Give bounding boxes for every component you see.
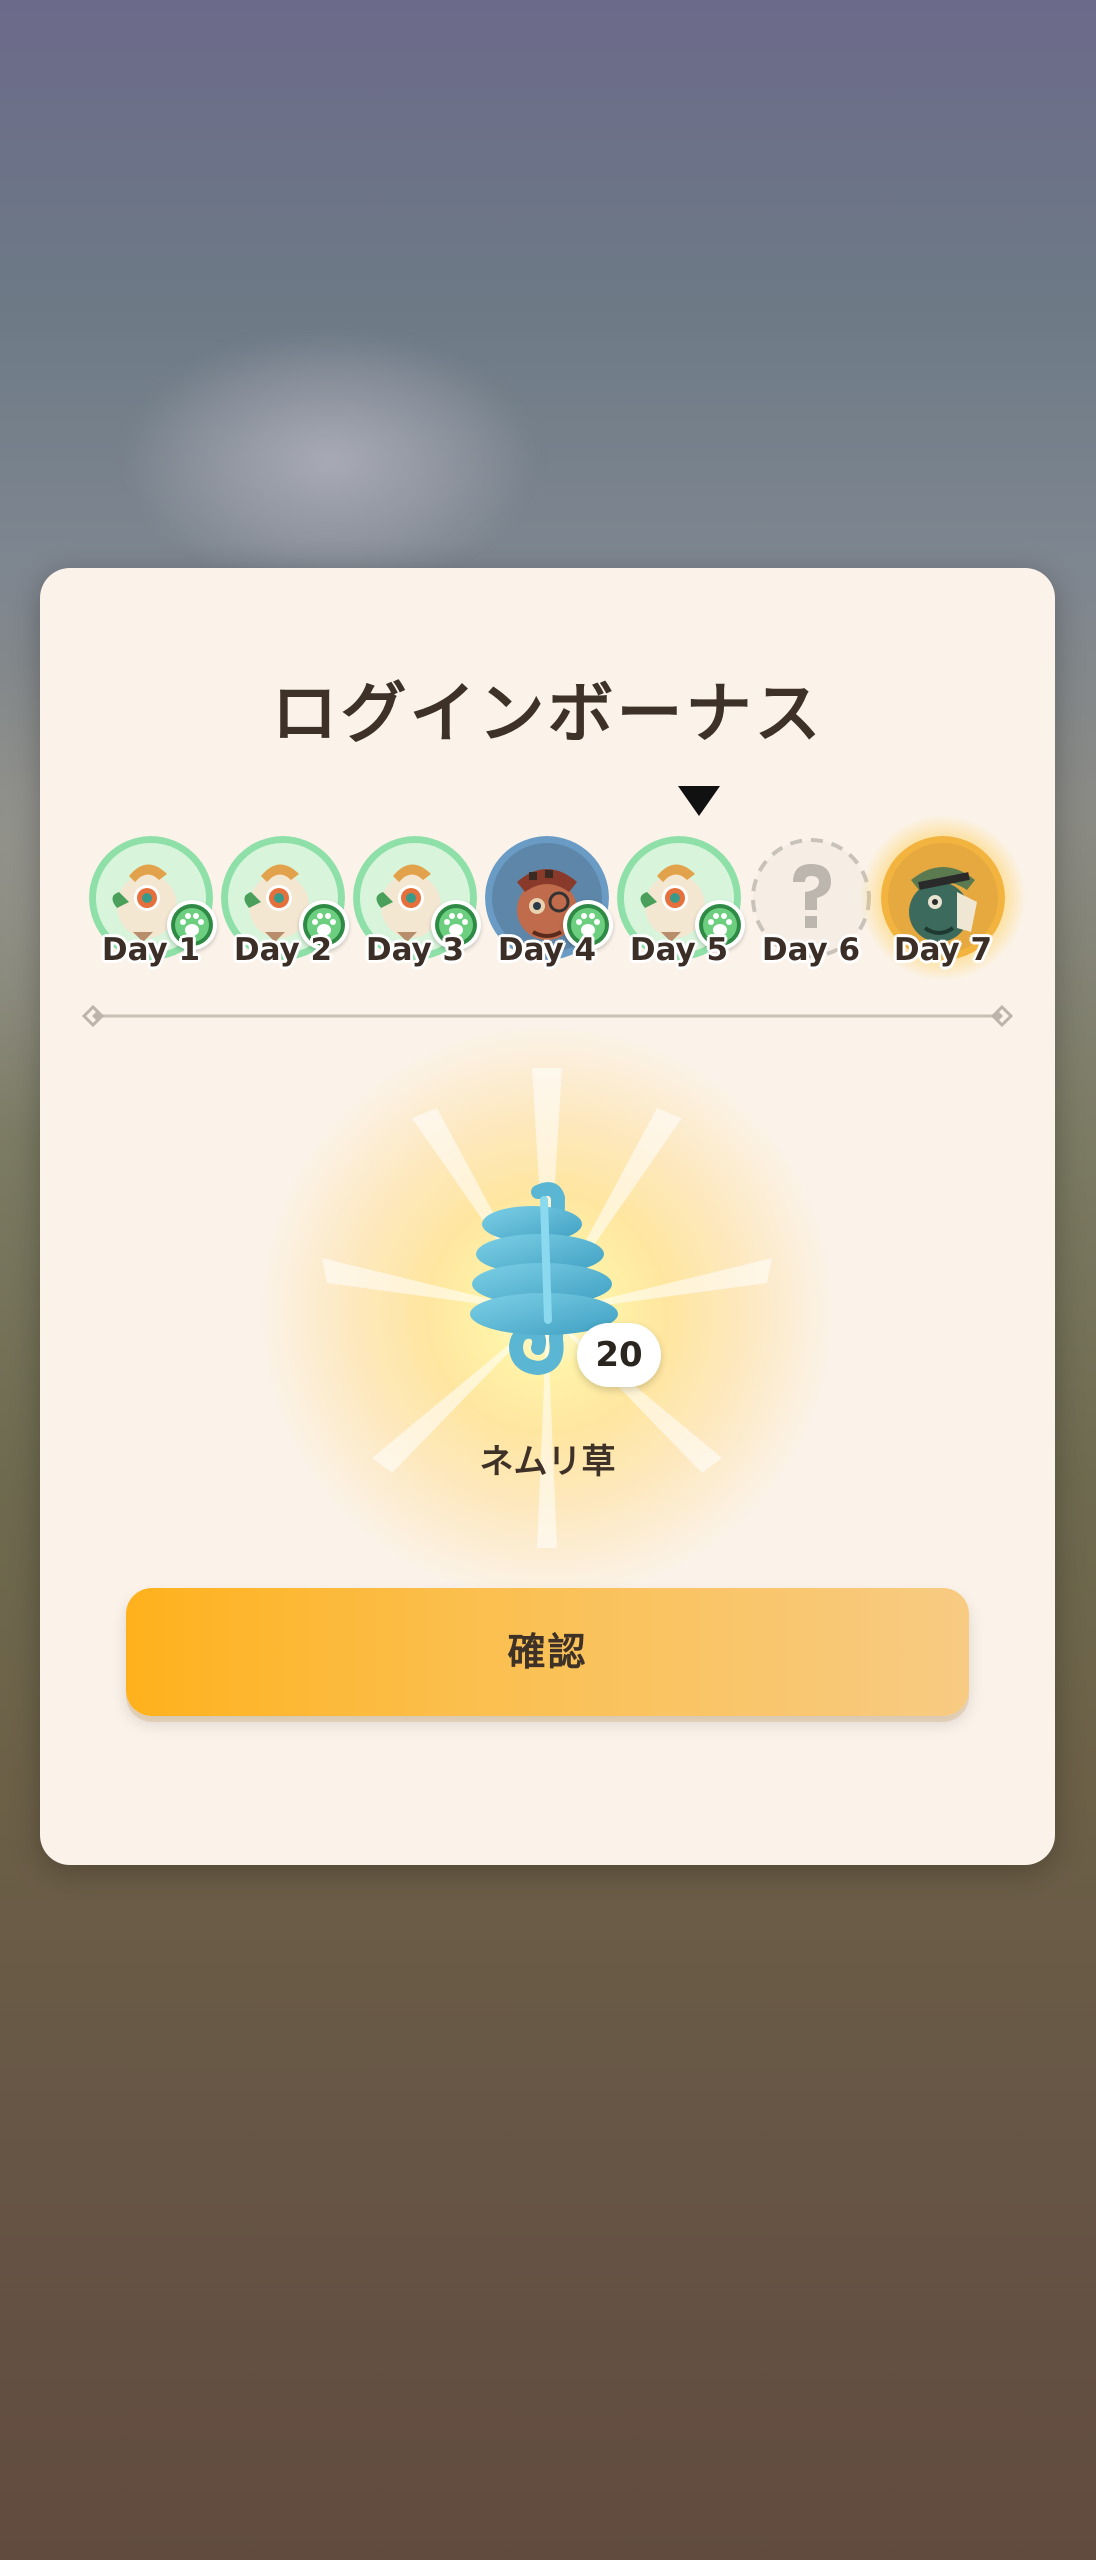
day-6-label: Day 6 — [761, 932, 861, 968]
day-5-item: Day 5 — [617, 836, 745, 976]
section-divider — [82, 1005, 1013, 1027]
day-2-label: Day 2 — [233, 932, 333, 968]
current-day-marker-icon — [678, 786, 720, 816]
day-7-item: Day 7 — [859, 814, 1027, 982]
day-7-label: Day 7 — [893, 932, 993, 968]
day-5-label: Day 5 — [629, 932, 729, 968]
day-3-label: Day 3 — [365, 932, 465, 968]
day-1-item: Day 1 — [89, 836, 217, 976]
reward-quantity-badge: 20 — [577, 1323, 661, 1387]
dialog-title: ログインボーナス — [271, 675, 824, 752]
day-4-label: Day 4 — [497, 932, 597, 968]
confirm-button[interactable]: 確認 — [126, 1588, 969, 1716]
day-3-item: Day 3 — [353, 836, 481, 976]
background-cloud — [120, 330, 540, 590]
day-2-item: Day 2 — [221, 836, 349, 976]
day-4-item: Day 4 — [485, 836, 613, 976]
day-6-item: Day 6 — [749, 836, 873, 976]
day-row: Day 1 Day 2 Day 3 Day 4 Day 5 Day 6 Day … — [40, 814, 1055, 982]
reward-name: ネムリ草 — [479, 1442, 616, 1482]
login-bonus-dialog: ログインボーナス Day 1 Day 2 Day 3 Day 4 Day 5 D… — [40, 568, 1055, 1865]
day-1-label: Day 1 — [101, 932, 201, 968]
